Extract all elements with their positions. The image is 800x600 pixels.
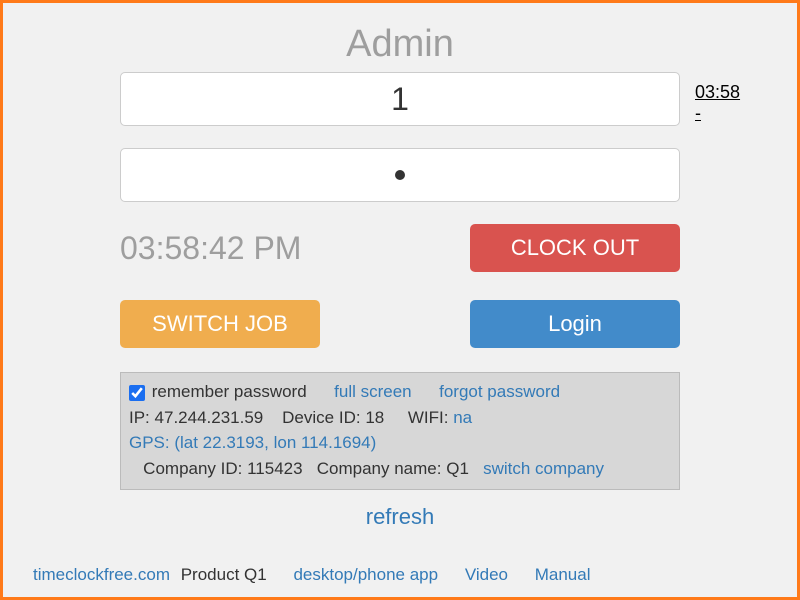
forgot-password-link[interactable]: forgot password	[439, 382, 560, 401]
footer-manual-link[interactable]: Manual	[535, 565, 591, 584]
clock-out-button[interactable]: CLOCK OUT	[470, 224, 680, 272]
wifi-value[interactable]: na	[453, 408, 472, 427]
wifi-label: WIFI:	[408, 408, 449, 427]
footer-video-link[interactable]: Video	[465, 565, 508, 584]
switch-job-button[interactable]: SWITCH JOB	[120, 300, 320, 348]
switch-company-link[interactable]: switch company	[483, 459, 604, 478]
employee-id-input[interactable]	[120, 72, 680, 126]
password-mask-dot	[395, 170, 405, 180]
password-input[interactable]	[120, 148, 680, 202]
remember-password-checkbox[interactable]	[129, 385, 145, 401]
footer: timeclockfree.com Product Q1 desktop/pho…	[33, 565, 767, 585]
ip-label: IP:	[129, 408, 150, 427]
full-screen-link[interactable]: full screen	[334, 382, 411, 401]
remember-password-label: remember password	[152, 382, 307, 401]
company-name-label: Company name:	[317, 459, 442, 478]
refresh-link[interactable]: refresh	[366, 504, 434, 529]
company-id-label: Company ID:	[143, 459, 242, 478]
footer-product: Product Q1	[181, 565, 267, 584]
gps-value: GPS: (lat 22.3193, lon 114.1694)	[129, 430, 671, 456]
info-panel: remember password full screen forgot pas…	[120, 372, 680, 490]
login-button[interactable]: Login	[470, 300, 680, 348]
footer-app-link[interactable]: desktop/phone app	[293, 565, 438, 584]
app-frame: Admin 03:58 - 03:58:42 PM CLOCK OUT SWIT…	[0, 0, 800, 600]
footer-site-link[interactable]: timeclockfree.com	[33, 565, 170, 584]
page-title: Admin	[33, 23, 767, 66]
side-time-link[interactable]: 03:58 -	[695, 82, 740, 124]
ip-value: 47.244.231.59	[155, 408, 264, 427]
company-id-value: 115423	[247, 459, 302, 478]
device-id-label: Device ID:	[282, 408, 360, 427]
current-time: 03:58:42 PM	[120, 230, 301, 267]
device-id-value: 18	[365, 408, 384, 427]
company-name-value: Q1	[446, 459, 469, 478]
